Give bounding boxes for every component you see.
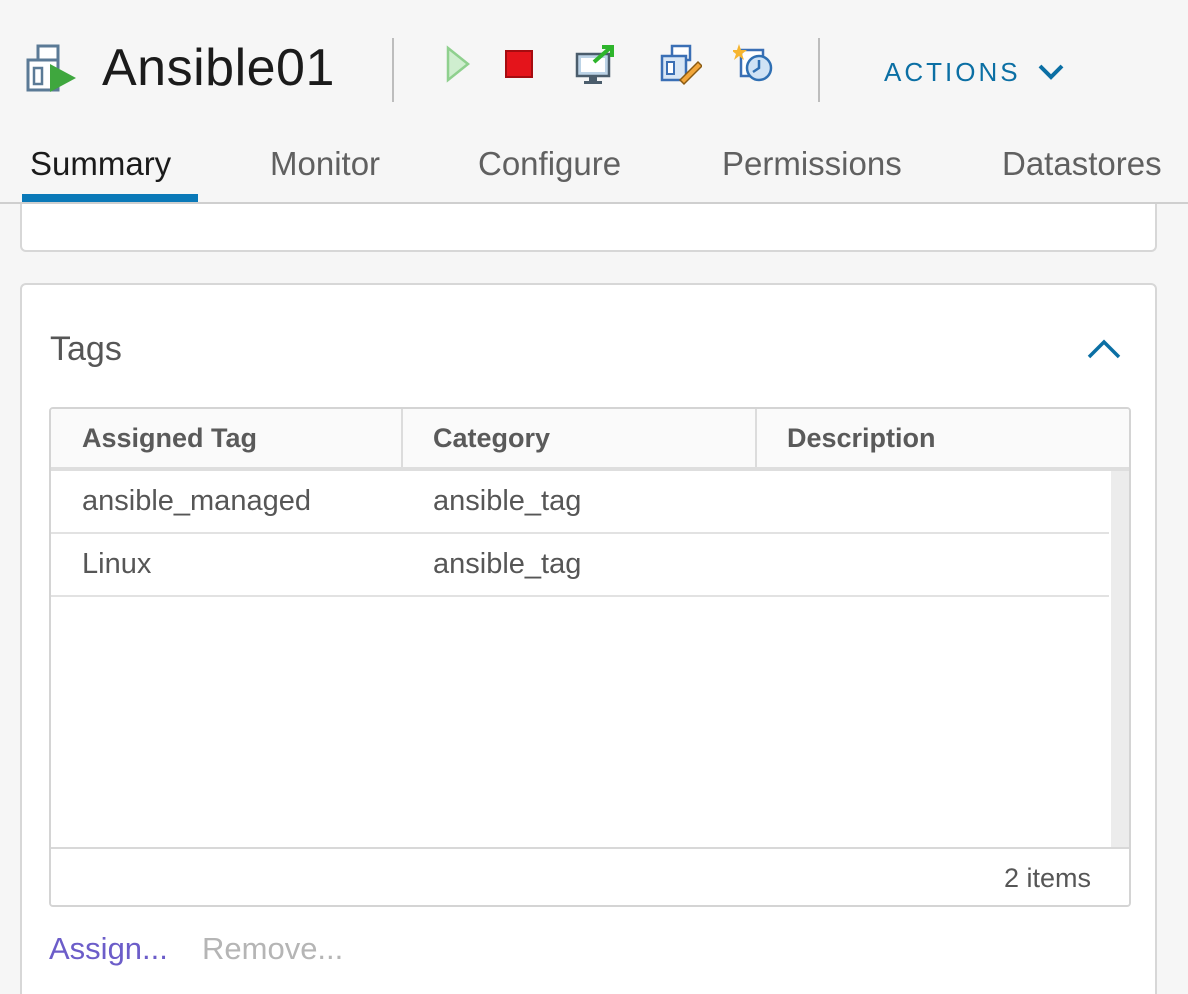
chevron-up-icon [1087, 339, 1121, 359]
power-off-button[interactable] [497, 42, 541, 86]
column-header-assigned-tag[interactable]: Assigned Tag [82, 409, 257, 467]
tab-permissions[interactable]: Permissions [722, 142, 902, 202]
table-header: Assigned Tag Category Description [51, 409, 1129, 471]
actions-label: ACTIONS [884, 56, 1021, 87]
console-icon [575, 45, 614, 84]
cell-assigned-tag: ansible_managed [82, 485, 311, 517]
tab-bar: Summary Monitor Configure Permissions Da… [0, 130, 1188, 204]
actions-menu-button[interactable]: ACTIONS [884, 54, 1065, 90]
table-row[interactable]: ansible_managed ansible_tag [51, 471, 1109, 534]
cell-assigned-tag: Linux [82, 548, 152, 580]
snapshot-icon [733, 44, 773, 82]
table-footer: 2 items [51, 847, 1129, 905]
tags-card-title: Tags [50, 330, 122, 368]
launch-console-button[interactable] [574, 42, 618, 86]
assign-tag-link[interactable]: Assign... [49, 929, 168, 969]
edit-settings-icon [660, 44, 702, 86]
vm-title: Ansible01 [102, 39, 335, 97]
take-snapshot-button[interactable] [733, 42, 777, 86]
column-header-description[interactable]: Description [787, 409, 936, 467]
toolbar-divider [818, 38, 820, 102]
tags-table: Assigned Tag Category Description ansibl… [49, 407, 1131, 907]
tab-summary[interactable]: Summary [30, 142, 171, 202]
header: Ansible01 ACTIONS [0, 0, 1188, 130]
item-count: 2 items [1003, 863, 1091, 893]
collapse-button[interactable] [1082, 329, 1126, 369]
column-resize-handle[interactable] [401, 409, 403, 467]
power-on-button[interactable] [436, 42, 480, 86]
cell-category: ansible_tag [433, 548, 582, 580]
previous-card [20, 204, 1157, 252]
power-on-icon [446, 45, 471, 83]
edit-settings-button[interactable] [658, 42, 702, 86]
toolbar-divider [392, 38, 394, 102]
power-off-icon [505, 50, 533, 78]
tab-datastores[interactable]: Datastores [1002, 142, 1162, 202]
vertical-scrollbar[interactable] [1111, 471, 1129, 849]
vm-icon [24, 42, 80, 98]
column-header-category[interactable]: Category [433, 409, 550, 467]
table-row[interactable]: Linux ansible_tag [51, 534, 1109, 597]
column-resize-handle[interactable] [755, 409, 757, 467]
tags-card: Tags Assigned Tag Category Description a… [20, 283, 1157, 994]
cell-category: ansible_tag [433, 485, 582, 517]
tab-configure[interactable]: Configure [478, 142, 621, 202]
vm-summary-page: Ansible01 ACTIONS Summary Monitor Config… [0, 0, 1188, 994]
chevron-down-icon [1038, 64, 1063, 80]
remove-tag-link: Remove... [202, 931, 344, 966]
active-tab-indicator [22, 194, 198, 202]
tab-monitor[interactable]: Monitor [270, 142, 380, 202]
